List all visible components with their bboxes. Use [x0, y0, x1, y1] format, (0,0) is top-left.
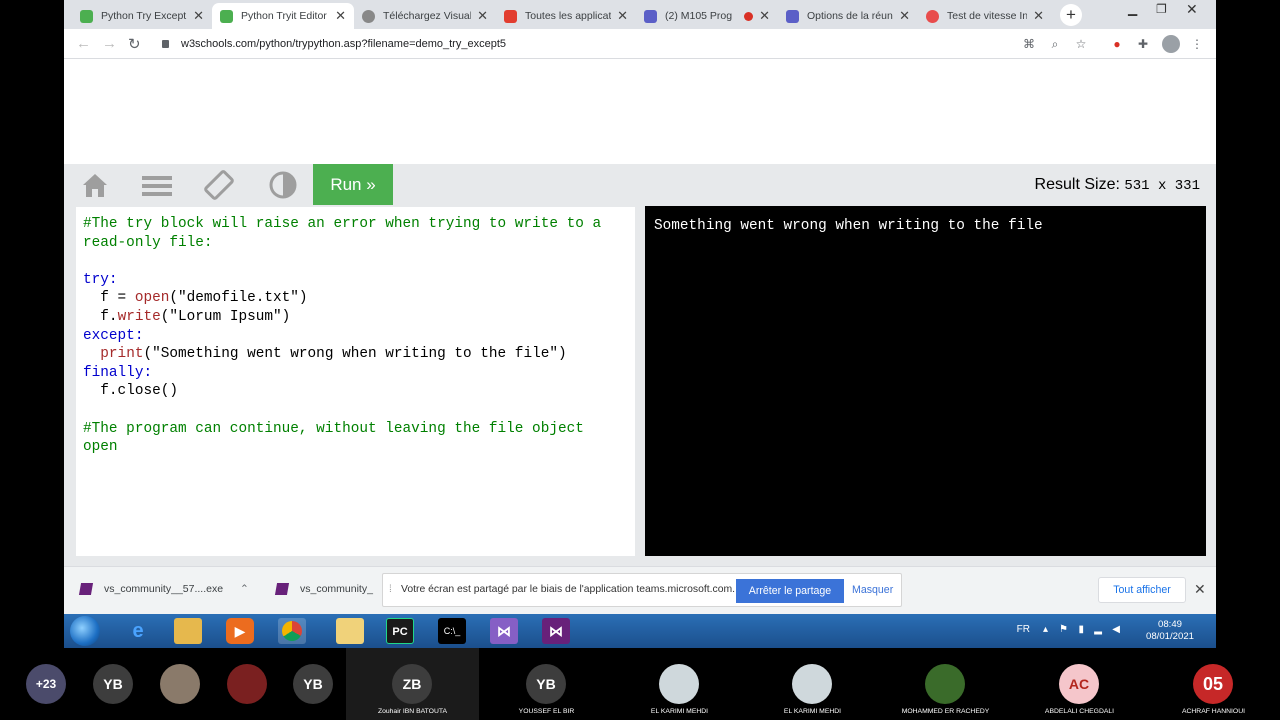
- volume-icon[interactable]: ◀: [1112, 624, 1120, 635]
- speedtest-icon: [926, 9, 939, 23]
- extension-adblock-icon[interactable]: ●: [1110, 37, 1124, 51]
- show-all-button[interactable]: Tout afficher: [1098, 577, 1186, 603]
- restore-icon[interactable]: ❐: [1156, 2, 1167, 16]
- home-icon[interactable]: [80, 170, 110, 200]
- globe-icon: [362, 9, 375, 23]
- theme-contrast-icon[interactable]: [268, 170, 298, 200]
- stop-sharing-button[interactable]: Arrêter le partage: [736, 579, 844, 603]
- participant-tile[interactable]: 05 ACHRAF HANNIOUI: [1147, 648, 1280, 720]
- code-editor[interactable]: #The try block will raise an error when …: [76, 207, 635, 556]
- avatar: [792, 664, 832, 704]
- hide-button[interactable]: Masquer: [852, 584, 893, 596]
- translate-icon[interactable]: ⌘: [1022, 37, 1036, 51]
- windows-taskbar: e ▶ PC C:\_ ⋈ ⋈ FR ▴ ⚑ ▮ ▂ ◀ 08:49 08/01…: [64, 614, 1216, 648]
- show-hidden-icons-icon[interactable]: ▴: [1043, 624, 1048, 635]
- language-indicator[interactable]: FR: [1017, 624, 1030, 635]
- participant-tile[interactable]: MOHAMMED ER RACHEDY: [879, 648, 1012, 720]
- teams-icon: [644, 9, 657, 23]
- participant-tile[interactable]: YB YOUSSEF EL BIR: [480, 648, 613, 720]
- reload-icon[interactable]: ↻: [128, 35, 141, 53]
- result-panel: Something went wrong when writing to the…: [645, 206, 1206, 556]
- tab-toutes-les-applications[interactable]: Toutes les applicati ✕: [496, 3, 636, 29]
- url-text: w3schools.com/python/trypython.asp?filen…: [181, 38, 506, 50]
- media-player-icon[interactable]: ▶: [226, 618, 254, 644]
- minimize-icon[interactable]: ▁: [1128, 2, 1137, 16]
- result-size: Result Size: 531 x 331: [1034, 176, 1200, 194]
- browser-toolbar: ← → ↻ w3schools.com/python/trypython.asp…: [64, 29, 1216, 59]
- run-button[interactable]: Run »: [313, 164, 393, 205]
- new-tab-button[interactable]: +: [1060, 4, 1082, 26]
- address-bar[interactable]: w3schools.com/python/trypython.asp?filen…: [158, 32, 1154, 56]
- clock[interactable]: 08:49 08/01/2021: [1146, 619, 1194, 643]
- teams-icon: [786, 9, 799, 23]
- tab-python-tryit-editor[interactable]: Python Tryit Editor ✕: [212, 3, 354, 29]
- participant-tile[interactable]: EL KARIMI MEHDI: [746, 648, 879, 720]
- close-icon[interactable]: ✕: [1194, 581, 1206, 598]
- visual-studio-icon: [274, 583, 290, 596]
- forward-icon[interactable]: →: [102, 35, 117, 52]
- teams-sharing-notice: ⁞ Votre écran est partagé par le biais d…: [382, 573, 902, 607]
- participant-tile[interactable]: AC ABDELALI CHEGDALI: [1013, 648, 1146, 720]
- bookmark-star-icon[interactable]: ☆: [1074, 37, 1088, 51]
- close-window-icon[interactable]: ✕: [1186, 1, 1198, 18]
- tryit-toolbar: Run » Result Size: 531 x 331: [64, 164, 1216, 206]
- menu-icon[interactable]: [142, 170, 172, 200]
- close-icon[interactable]: ✕: [1033, 8, 1044, 24]
- downloads-bar: vs_community__57....exe ⌃ vs_community_ …: [64, 566, 1216, 614]
- download-item[interactable]: vs_community__57....exe ⌃: [78, 583, 249, 596]
- visual-studio-icon[interactable]: ⋈: [542, 618, 570, 644]
- file-explorer-icon[interactable]: [174, 618, 202, 644]
- pycharm-icon[interactable]: PC: [386, 618, 414, 644]
- start-button[interactable]: [70, 616, 100, 646]
- visual-studio-icon: [78, 583, 94, 596]
- participant-tile[interactable]: EL KARIMI MEHDI: [613, 648, 746, 720]
- close-icon[interactable]: ✕: [899, 8, 910, 24]
- command-prompt-icon[interactable]: C:\_: [438, 618, 466, 644]
- chevron-up-icon[interactable]: ⌃: [240, 583, 249, 595]
- internet-explorer-icon[interactable]: e: [124, 618, 152, 644]
- participants-strip: +23 YB YB ZB Zouhair IBN BATOUTA YB YOUS…: [0, 648, 1280, 720]
- action-center-icon[interactable]: ⚑: [1059, 624, 1068, 635]
- w3schools-favicon-icon: [80, 9, 93, 23]
- extensions-puzzle-icon[interactable]: ✚: [1136, 37, 1150, 51]
- signal-icon[interactable]: ▂: [1094, 624, 1102, 635]
- recording-icon: [744, 11, 754, 21]
- zoom-icon[interactable]: ⌕: [1048, 37, 1062, 51]
- folder-icon[interactable]: [336, 618, 364, 644]
- download-item[interactable]: vs_community_: [274, 583, 373, 596]
- w3schools-favicon-icon: [220, 9, 233, 23]
- close-icon[interactable]: ✕: [335, 8, 346, 24]
- avatar: [659, 664, 699, 704]
- result-output: Something went wrong when writing to the…: [654, 218, 1043, 234]
- tab-python-try-except[interactable]: Python Try Except ✕: [72, 3, 212, 29]
- close-icon[interactable]: ✕: [193, 8, 204, 24]
- chrome-icon[interactable]: [278, 618, 306, 644]
- tab-test-vitesse[interactable]: Test de vitesse Inte ✕: [918, 3, 1052, 29]
- drag-handle-icon[interactable]: ⁞: [389, 584, 392, 595]
- back-icon[interactable]: ←: [76, 35, 91, 52]
- rotate-orientation-icon[interactable]: [204, 170, 234, 200]
- close-icon[interactable]: ✕: [477, 8, 488, 24]
- close-icon[interactable]: ✕: [759, 8, 770, 24]
- tab-m105-prog[interactable]: (2) M105 Prog ✕: [636, 3, 778, 29]
- tab-options-reunion[interactable]: Options de la réuni ✕: [778, 3, 918, 29]
- office-icon: [504, 9, 517, 23]
- network-icon[interactable]: ▮: [1078, 624, 1084, 635]
- menu-dots-icon[interactable]: ⋮: [1190, 37, 1204, 51]
- tab-telechargez-visual[interactable]: Téléchargez Visual ✕: [354, 3, 496, 29]
- close-icon[interactable]: ✕: [617, 8, 628, 24]
- lock-icon: [162, 40, 169, 49]
- profile-avatar[interactable]: [1162, 35, 1180, 53]
- tab-strip: Python Try Except ✕ Python Tryit Editor …: [64, 0, 1216, 29]
- visual-studio-installer-icon[interactable]: ⋈: [490, 618, 518, 644]
- browser-window: Python Try Except ✕ Python Tryit Editor …: [64, 0, 1216, 648]
- participant-tile[interactable]: ZB Zouhair IBN BATOUTA: [346, 648, 479, 720]
- avatar: [925, 664, 965, 704]
